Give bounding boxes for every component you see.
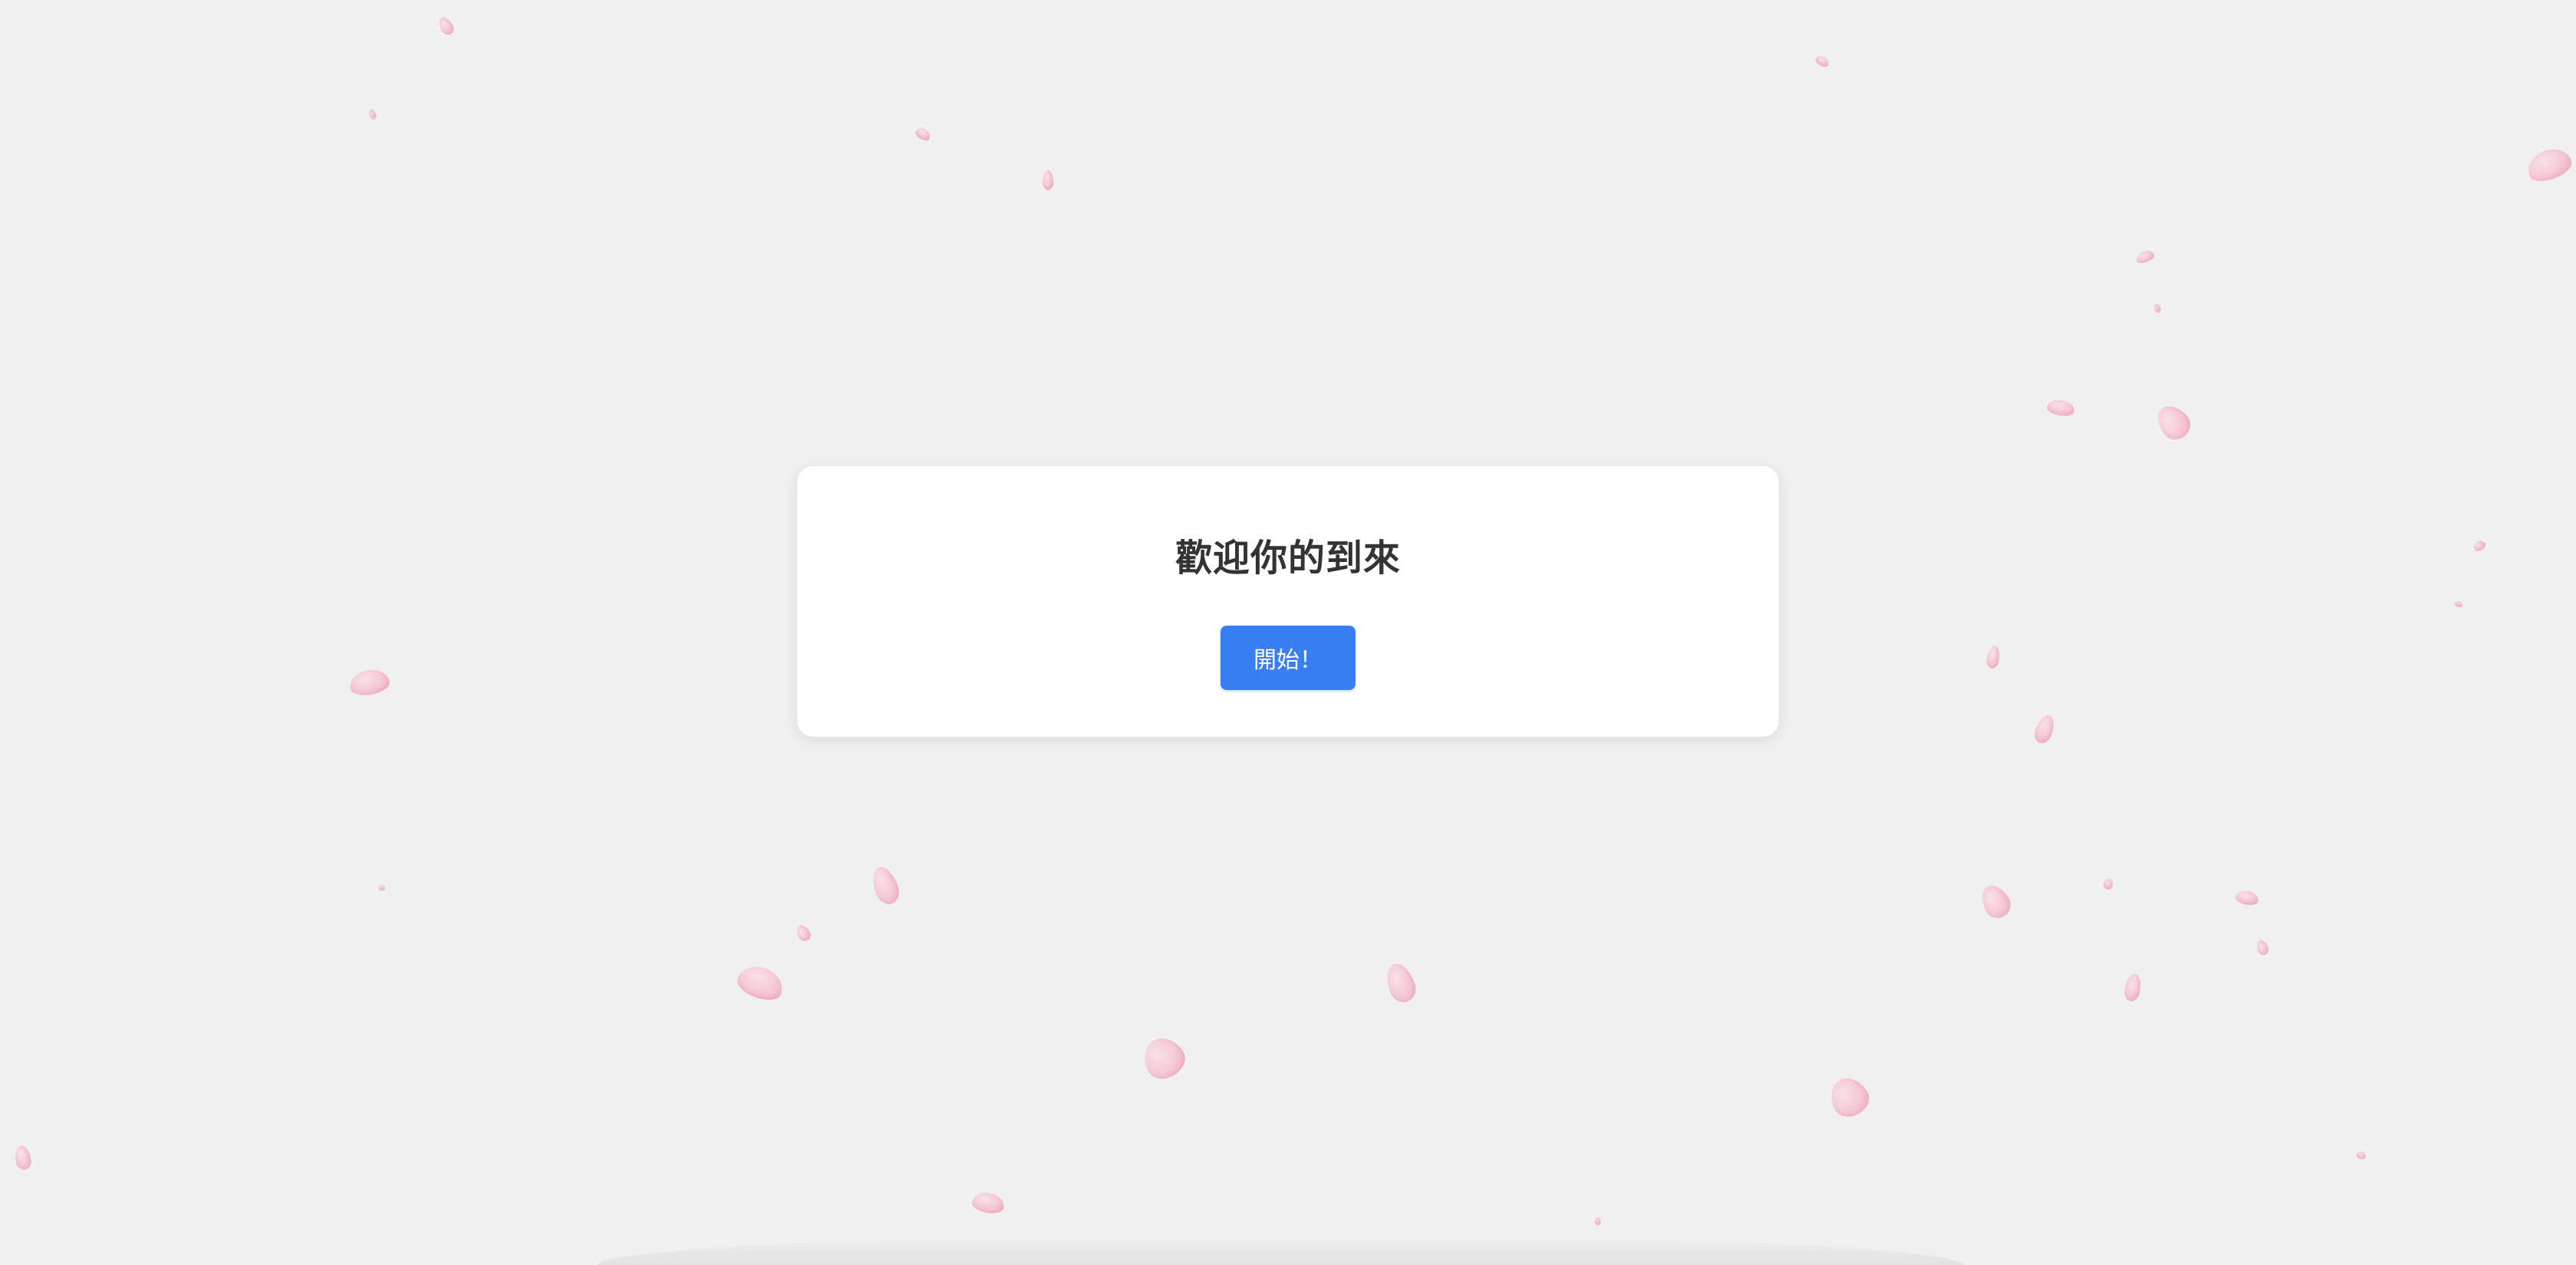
petal [1382,959,1420,1007]
welcome-card: 歡迎你的到來 開始！ [797,466,1779,737]
petal [2453,600,2464,609]
petal [1595,1217,1601,1225]
petal [2472,538,2487,554]
petal [2523,143,2575,186]
bottom-shadow [598,1234,1963,1265]
start-button[interactable]: 開始！ [1221,626,1355,690]
petal [794,922,813,944]
petal [2045,398,2076,418]
petal [367,108,378,120]
petal [436,15,456,38]
petal [1814,54,1831,69]
petal [2134,248,2156,265]
petal [1136,1030,1191,1086]
petal [2355,1150,2367,1161]
petal [868,863,903,908]
petal [13,1144,33,1171]
petal [1043,170,1053,190]
petal [733,960,788,1006]
petal [347,666,392,698]
welcome-title: 歡迎你的到來 [1175,537,1401,580]
petal [2123,972,2143,1003]
petal [1976,880,2016,923]
petal [913,125,933,143]
petal [1823,1071,1875,1123]
petal [2150,399,2196,445]
petal [971,1190,1006,1216]
petal [2153,302,2162,314]
petal [2234,889,2260,907]
petal [2255,938,2270,957]
petal [2032,712,2058,746]
petal [379,885,385,891]
petal [2101,877,2115,891]
petal [1985,644,2002,670]
page-background: 歡迎你的到來 開始！ [0,0,2576,1265]
